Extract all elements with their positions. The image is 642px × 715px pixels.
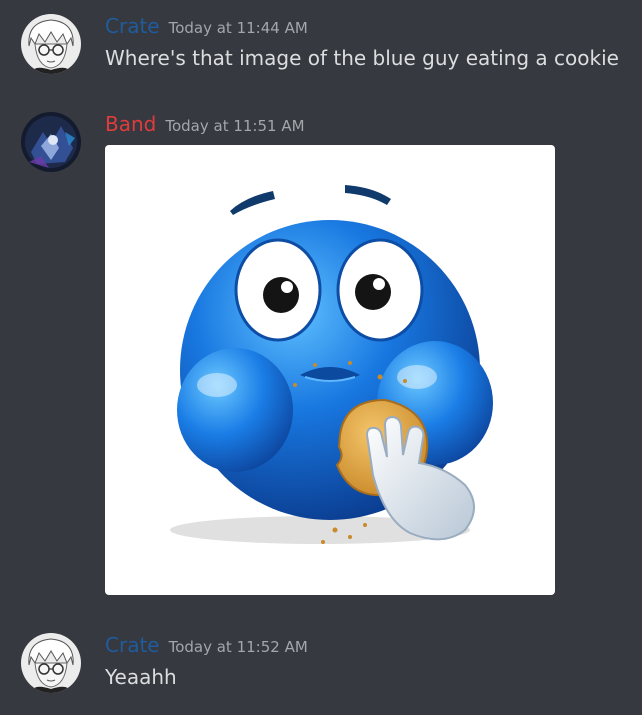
timestamp: Today at 11:44 AM bbox=[168, 19, 308, 37]
message-header: Band Today at 11:51 AM bbox=[105, 112, 305, 136]
username[interactable]: Band bbox=[105, 112, 156, 136]
user-avatar-crate[interactable] bbox=[21, 14, 81, 74]
timestamp: Today at 11:51 AM bbox=[165, 117, 305, 135]
blue-emoji-eating-cookie-image bbox=[170, 185, 493, 544]
image-attachment[interactable] bbox=[105, 145, 555, 595]
username[interactable]: Crate bbox=[105, 14, 160, 38]
message-text: Yeaahh bbox=[105, 665, 177, 689]
message-text: Where's that image of the blue guy eatin… bbox=[105, 46, 619, 70]
username[interactable]: Crate bbox=[105, 633, 160, 657]
timestamp: Today at 11:52 AM bbox=[168, 638, 308, 656]
user-avatar-band[interactable] bbox=[21, 112, 81, 172]
message-header: Crate Today at 11:44 AM bbox=[105, 14, 308, 38]
message-header: Crate Today at 11:52 AM bbox=[105, 633, 308, 657]
user-avatar-crate[interactable] bbox=[21, 633, 81, 693]
